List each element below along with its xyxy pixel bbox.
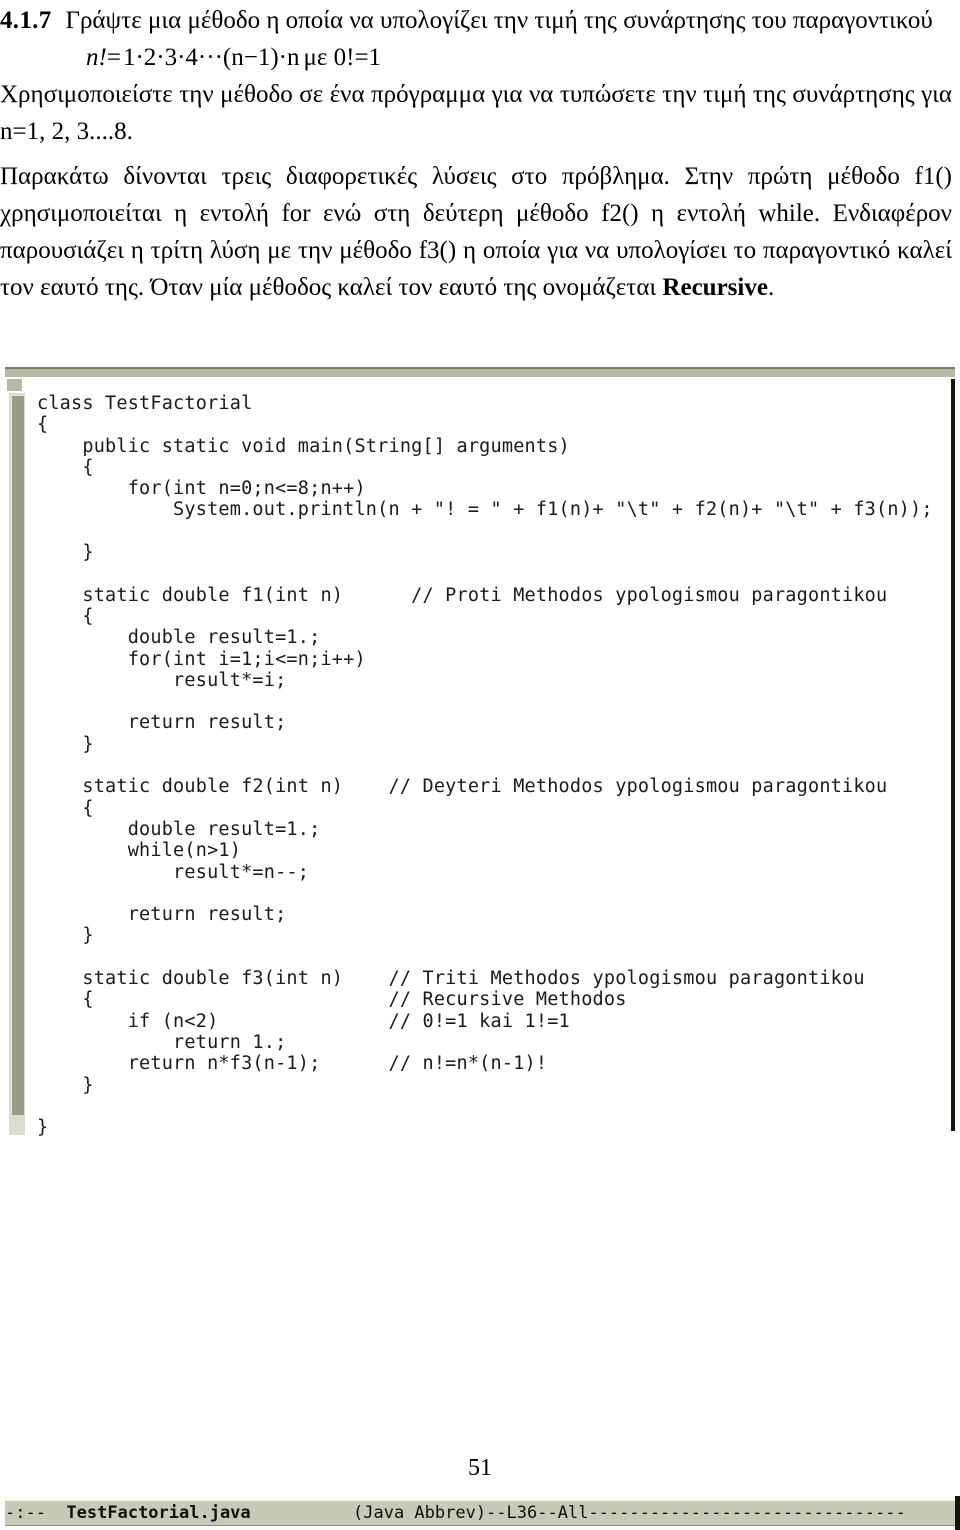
modeline-mode-info: (Java Abbrev)--L36--All-----------------…	[250, 1503, 906, 1523]
document-text-block: 4.1.7 Γράψτε μια μέθοδο η οποία να υπολογ…	[0, 0, 960, 306]
modeline-status-flags: -:--	[5, 1503, 67, 1523]
exercise-paragraph-usage: Χρησιμοποιείστε την μέθοδο σε ένα πρόγρα…	[0, 81, 952, 145]
editor-toolbar	[5, 367, 955, 377]
exercise-paragraph-intro: 4.1.7 Γράψτε μια μέθοδο η οποία να υπολογ…	[0, 0, 952, 39]
formula-lhs: n!	[86, 44, 107, 71]
factorial-formula: n!=1·2·3·4···(n−1)·n με 0!=1	[0, 39, 952, 76]
vertical-scrollbar[interactable]	[7, 393, 25, 1135]
solutions-text-end: .	[767, 274, 775, 301]
formula-condition: με 0!=1	[303, 44, 382, 71]
modeline-filename: TestFactorial.java	[66, 1503, 251, 1523]
emacs-editor-window: class TestFactorial { public static void…	[5, 367, 960, 1530]
formula-equals: =	[106, 44, 121, 71]
exercise-paragraph-solutions: Παρακάτω δίνονται τρεις διαφορετικές λύσ…	[0, 158, 952, 306]
exercise-number: 4.1.7	[0, 7, 52, 34]
editor-text-area: class TestFactorial { public static void…	[5, 379, 955, 1138]
page-number: 51	[468, 1455, 492, 1481]
formula-expansion: 1·2·3·4···(n−1)·n	[122, 44, 300, 71]
window-right-edge	[955, 1496, 960, 1530]
solutions-text: Παρακάτω δίνονται τρεις διαφορετικές λύσ…	[0, 163, 952, 301]
recursive-term: Recursive	[662, 274, 768, 301]
scrollbar-top-cap	[7, 379, 22, 391]
exercise-intro-text: Γράψτε μια μέθοδο η οποία να υπολογίζει …	[65, 7, 933, 34]
java-source-code[interactable]: class TestFactorial { public static void…	[37, 393, 933, 1138]
scrollbar-thumb[interactable]	[11, 395, 24, 1115]
editor-modeline: -:-- TestFactorial.java (Java Abbrev)--L…	[5, 1500, 960, 1526]
